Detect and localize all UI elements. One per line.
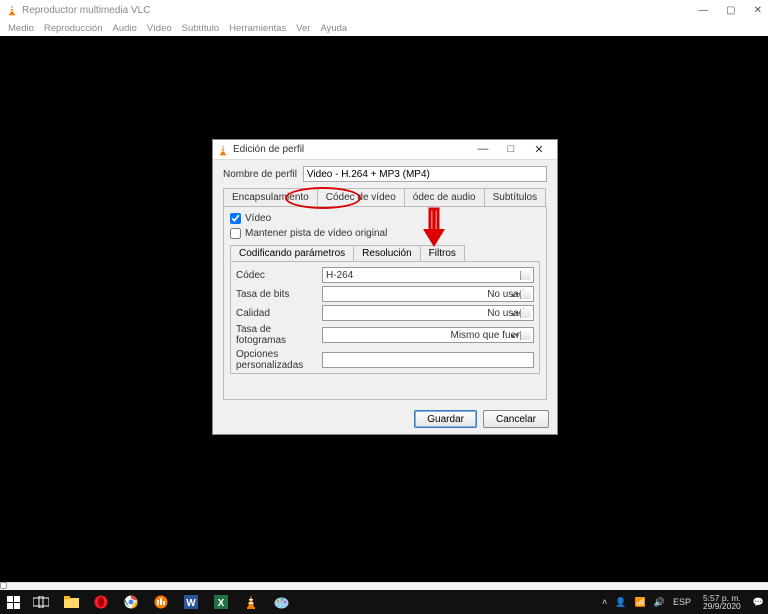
quality-select[interactable]: No usado▴▾ (322, 305, 534, 321)
menu-video[interactable]: Vídeo (147, 23, 172, 34)
dialog-titlebar: Edición de perfil — □ ✕ (213, 140, 557, 160)
save-button[interactable]: Guardar (414, 410, 477, 428)
spinner-icon[interactable]: ▴▾ (511, 309, 519, 318)
custom-options-label: Opciones personalizadas (236, 349, 316, 371)
excel-icon[interactable]: X (206, 590, 236, 614)
vlc-timeline[interactable] (0, 582, 768, 590)
tray-volume-icon[interactable]: 🔊 (654, 597, 665, 608)
dialog-close-icon[interactable]: ✕ (525, 143, 553, 156)
bitrate-select[interactable]: No usado▴▾ (322, 286, 534, 302)
spinner-icon[interactable]: ▴▾ (511, 331, 519, 340)
subtab-encoding-params[interactable]: Codificando parámetros (230, 245, 354, 261)
minimize-icon[interactable]: — (698, 5, 708, 16)
profile-edit-dialog: Edición de perfil — □ ✕ Nombre de perfil… (212, 139, 558, 435)
timeline-knob[interactable] (0, 582, 7, 589)
paint-icon[interactable] (266, 590, 296, 614)
close-icon[interactable]: ✕ (754, 5, 762, 16)
fps-select[interactable]: Mismo que fuente▴▾ (322, 327, 534, 343)
video-checkbox-row[interactable]: Vídeo (230, 213, 540, 224)
codec-label: Códec (236, 270, 316, 281)
encoding-form: Códec H-264 Tasa de bits No usado▴▾ Cali… (230, 261, 540, 374)
tab-video-codec[interactable]: Códec de vídeo (317, 188, 405, 206)
chrome-icon[interactable] (116, 590, 146, 614)
subtab-resolution[interactable]: Resolución (353, 245, 420, 261)
keep-original-checkbox[interactable] (230, 228, 241, 239)
vlc-window-title: Reproductor multimedia VLC (22, 5, 698, 16)
word-icon[interactable]: W (176, 590, 206, 614)
svg-text:W: W (186, 598, 196, 609)
vlc-taskbar-icon[interactable] (236, 590, 266, 614)
video-checkbox[interactable] (230, 213, 241, 224)
main-tabs: Encapsulamiento Códec de vídeo ódec de a… (223, 188, 547, 207)
cancel-button[interactable]: Cancelar (483, 410, 549, 428)
system-tray: ˄ 👤 📶 🔊 ESP 5:57 p. m. 29/9/2020 💬 (598, 594, 768, 611)
menu-herramientas[interactable]: Herramientas (229, 23, 286, 34)
keep-original-checkbox-row[interactable]: Mantener pista de vídeo original (230, 228, 540, 239)
tray-network-icon[interactable]: 📶 (635, 597, 646, 608)
start-button[interactable] (0, 590, 26, 614)
tray-clock[interactable]: 5:57 p. m. 29/9/2020 (699, 594, 745, 611)
svg-text:X: X (218, 598, 225, 609)
menu-reproduccion[interactable]: Reproducción (44, 23, 103, 34)
menu-ver[interactable]: Ver (296, 23, 310, 34)
fps-label: Tasa de fotogramas (236, 324, 316, 346)
custom-options-input[interactable] (322, 352, 534, 368)
dialog-maximize-icon[interactable]: □ (497, 143, 525, 156)
vlc-titlebar: Reproductor multimedia VLC — ▢ ✕ (0, 0, 768, 20)
tray-language[interactable]: ESP (673, 597, 691, 607)
opera-icon[interactable] (86, 590, 116, 614)
taskview-icon[interactable] (26, 590, 56, 614)
menu-medio[interactable]: Medio (8, 23, 34, 34)
vlc-cone-icon (6, 4, 18, 16)
profile-name-input[interactable] (303, 166, 547, 182)
dialog-title: Edición de perfil (233, 144, 469, 155)
dialog-minimize-icon[interactable]: — (469, 143, 497, 156)
bitrate-label: Tasa de bits (236, 289, 316, 300)
windows-taskbar: W X ˄ 👤 📶 🔊 ESP 5:57 p. m. 29/9/2020 💬 (0, 590, 768, 614)
app-orange-icon[interactable] (146, 590, 176, 614)
menu-subtitulo[interactable]: Subtítulo (182, 23, 220, 34)
subtab-filters[interactable]: Filtros (420, 245, 465, 261)
menu-audio[interactable]: Audio (113, 23, 137, 34)
spinner-icon[interactable]: ▴▾ (511, 290, 519, 299)
tray-chevron-icon[interactable]: ˄ (602, 597, 607, 607)
tray-notifications-icon[interactable]: 💬 (753, 597, 764, 608)
tab-encapsulation[interactable]: Encapsulamiento (223, 188, 318, 206)
menu-ayuda[interactable]: Ayuda (320, 23, 347, 34)
vlc-menubar: Medio Reproducción Audio Vídeo Subtítulo… (0, 20, 768, 36)
sub-tabs: Codificando parámetros Resolución Filtro… (230, 245, 540, 261)
codec-select[interactable]: H-264 (322, 267, 534, 283)
tray-people-icon[interactable]: 👤 (615, 597, 626, 608)
quality-label: Calidad (236, 308, 316, 319)
profile-name-label: Nombre de perfil (223, 169, 297, 180)
tab-subtitles[interactable]: Subtítulos (484, 188, 546, 206)
vlc-cone-icon (217, 144, 229, 156)
tab-audio-codec[interactable]: ódec de audio (404, 188, 485, 206)
file-explorer-icon[interactable] (56, 590, 86, 614)
maximize-icon[interactable]: ▢ (726, 5, 735, 16)
